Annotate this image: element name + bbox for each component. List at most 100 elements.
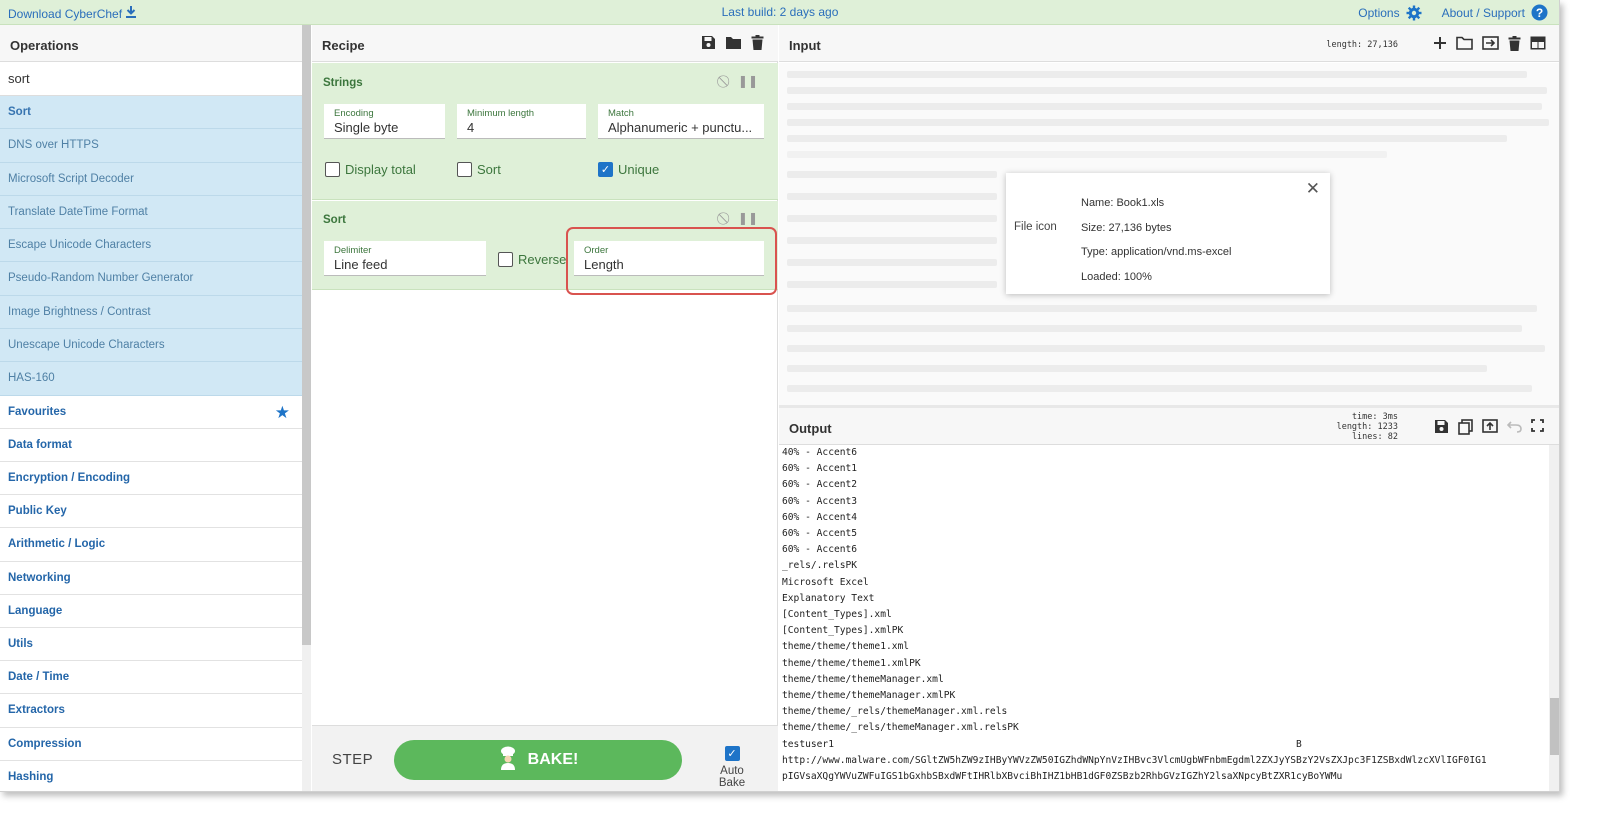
file-details-card: ✕ File icon Name: Book1.xls Size: 27,136… xyxy=(1006,173,1330,294)
auto-bake-label: Auto Bake xyxy=(718,765,746,789)
match-value: Alphanumeric + punctu... xyxy=(608,120,753,135)
save-output-icon[interactable] xyxy=(1434,419,1449,439)
operations-list: Sort DNS over HTTPS Microsoft Script Dec… xyxy=(0,96,302,791)
op-result[interactable]: Microsoft Script Decoder xyxy=(0,162,302,196)
output-line: theme/theme/theme1.xmlPK xyxy=(782,657,921,669)
maximise-icon[interactable] xyxy=(1531,419,1544,439)
input-header: Input length: 27,136 xyxy=(779,25,1559,62)
bake-button[interactable]: BAKE! xyxy=(394,740,682,780)
star-icon: ★ xyxy=(274,402,290,422)
folder-icon[interactable] xyxy=(725,35,742,54)
match-label: Match xyxy=(608,108,634,119)
category-data-format[interactable]: Data format xyxy=(0,428,302,463)
output-line: _rels/.relsPK xyxy=(782,560,858,572)
category-networking[interactable]: Networking xyxy=(0,561,302,595)
output-line: [Content_Types].xmlPK xyxy=(782,625,904,637)
bake-label: BAKE! xyxy=(527,751,579,768)
save-recipe-icon[interactable] xyxy=(701,35,716,54)
close-icon[interactable]: ✕ xyxy=(1306,179,1320,199)
category-utils[interactable]: Utils xyxy=(0,627,302,662)
input-textarea[interactable]: ✕ File icon Name: Book1.xls Size: 27,136… xyxy=(779,63,1559,406)
category-label: Favourites xyxy=(8,405,67,418)
op-result[interactable]: Pseudo-Random Number Generator xyxy=(0,262,302,296)
output-line: 60% - Accent3 xyxy=(782,495,858,507)
op-result-sort[interactable]: Sort xyxy=(0,96,302,130)
encoding-field[interactable]: Encoding Single byte xyxy=(324,104,445,139)
output-line: [Content_Types].xml xyxy=(782,609,892,621)
file-type: Type: application/vnd.ms-excel xyxy=(1081,246,1232,258)
operations-pane: Operations Sort DNS over HTTPS Microsoft… xyxy=(0,25,302,791)
file-icon: File icon xyxy=(1014,221,1057,233)
display-total-checkbox[interactable]: Display total xyxy=(325,162,416,177)
strings-sort-checkbox[interactable]: Sort xyxy=(457,162,501,177)
category-encryption-encoding[interactable]: Encryption / Encoding xyxy=(0,462,302,496)
output-stats: time: 3ms length: 1233 lines: 82 xyxy=(1337,412,1398,442)
category-compression[interactable]: Compression xyxy=(0,727,302,761)
copy-icon[interactable] xyxy=(1458,419,1473,439)
input-blur-line xyxy=(787,237,997,244)
order-field-highlight xyxy=(566,227,777,295)
match-field[interactable]: Match Alphanumeric + punctu... xyxy=(598,104,764,139)
output-line: Microsoft Excel xyxy=(782,576,869,588)
layout-icon[interactable] xyxy=(1530,36,1546,55)
op-result[interactable]: DNS over HTTPS xyxy=(0,129,302,163)
display-total-label: Display total xyxy=(345,162,416,177)
help-icon[interactable]: ? xyxy=(1531,4,1548,21)
category-public-key[interactable]: Public Key xyxy=(0,495,302,529)
unique-checkbox[interactable]: ✓ Unique xyxy=(598,162,659,177)
replace-input-icon[interactable] xyxy=(1482,419,1498,439)
output-text[interactable]: 40% - Accent6 60% - Accent1 60% - Accent… xyxy=(782,445,1547,791)
encoding-label: Encoding xyxy=(334,108,374,119)
output-line: Explanatory Text xyxy=(782,592,875,604)
input-blur-line xyxy=(787,135,1507,142)
input-pane: Input length: 27,136 ✕ File icon Name: B… xyxy=(779,25,1559,406)
output-line: 60% - Accent6 xyxy=(782,544,858,556)
operations-title: Operations xyxy=(10,38,79,53)
input-blur-line xyxy=(787,119,1549,126)
category-favourites[interactable]: Favourites ★ xyxy=(0,395,302,429)
about-support-link[interactable]: About / Support xyxy=(1442,6,1525,20)
checkmark-icon: ✓ xyxy=(598,162,613,177)
input-blur-line xyxy=(787,281,997,288)
checkbox-box xyxy=(325,162,340,177)
recipe-pane: Recipe Strings ⃠ ❚❚ Encoding Single byte… xyxy=(312,25,778,791)
open-file-icon[interactable] xyxy=(1482,36,1499,55)
op-result[interactable]: Image Brightness / Contrast xyxy=(0,295,302,330)
delimiter-field[interactable]: Delimiter Line feed xyxy=(324,241,486,276)
op-result[interactable]: HAS-160 xyxy=(0,362,302,396)
gear-icon[interactable] xyxy=(1406,5,1422,21)
options-link[interactable]: Options xyxy=(1358,6,1399,20)
output-title: Output xyxy=(789,421,832,436)
open-folder-icon[interactable] xyxy=(1456,36,1473,55)
input-blur-line xyxy=(787,87,1547,94)
checkbox-box xyxy=(498,252,513,267)
op-result[interactable]: Unescape Unicode Characters xyxy=(0,329,302,363)
step-button[interactable]: STEP xyxy=(332,751,373,768)
breakpoint-icon[interactable]: ❚❚ xyxy=(738,211,758,226)
last-build-notice: Last build: 2 days ago xyxy=(721,5,839,19)
auto-bake-toggle[interactable]: ✓ Auto Bake xyxy=(706,746,758,789)
op-result[interactable]: Translate DateTime Format xyxy=(0,195,302,230)
breakpoint-icon[interactable]: ❚❚ xyxy=(738,74,758,89)
undo-icon[interactable] xyxy=(1506,419,1522,439)
category-language[interactable]: Language xyxy=(0,594,302,628)
input-blur-line xyxy=(787,259,997,266)
category-arithmetic-logic[interactable]: Arithmetic / Logic xyxy=(0,528,302,562)
file-loaded: Loaded: 100% xyxy=(1081,270,1152,283)
trash-icon[interactable] xyxy=(751,35,764,54)
category-date-time[interactable]: Date / Time xyxy=(0,661,302,695)
output-line: testuser1 B xyxy=(782,738,1302,750)
reverse-checkbox[interactable]: Reverse xyxy=(498,252,566,267)
bake-bar: STEP BAKE! ✓ Auto Bake xyxy=(312,725,778,791)
category-extractors[interactable]: Extractors xyxy=(0,694,302,728)
operations-search-input[interactable] xyxy=(0,62,302,96)
output-scrollbar[interactable] xyxy=(1550,698,1559,755)
op-result[interactable]: Escape Unicode Characters xyxy=(0,229,302,263)
output-line: theme/theme/theme1.xml xyxy=(782,641,910,653)
input-blur-line xyxy=(787,151,1387,158)
category-hashing[interactable]: Hashing xyxy=(0,760,302,791)
min-length-field[interactable]: Minimum length 4 xyxy=(457,104,586,139)
operations-scrollbar[interactable] xyxy=(302,25,311,645)
add-tab-icon[interactable] xyxy=(1433,36,1447,55)
clear-input-icon[interactable] xyxy=(1508,36,1521,55)
